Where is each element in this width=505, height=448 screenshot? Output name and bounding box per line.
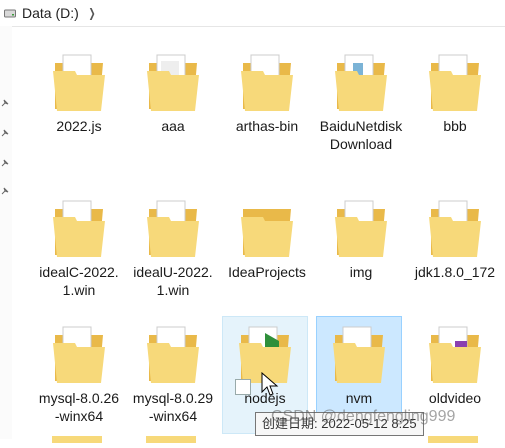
folder-item[interactable]: mysql-8.0.26-winx64 (36, 316, 122, 434)
folder-label: idealU-2022.1.win (133, 264, 213, 298)
folder-item[interactable]: BaiduNetdiskDownload (318, 44, 404, 162)
folder-item[interactable]: 2022.js (36, 44, 122, 162)
folder-label: IdeaProjects (228, 264, 306, 280)
folder-icon (331, 195, 391, 261)
file-grid: 2022.js aaa arthas-bin BaiduNetdiskDownl… (0, 26, 505, 443)
folder-icon (49, 49, 109, 115)
folder-icon (425, 49, 485, 115)
folder-icon (49, 321, 109, 387)
folder-item[interactable]: IdeaProjects (224, 190, 310, 308)
address-path[interactable]: Data (D:) (22, 5, 79, 21)
folder-icon (48, 430, 108, 443)
folder-label: arthas-bin (235, 118, 299, 134)
folder-item[interactable]: mysql-8.0.29-winx64 (130, 316, 216, 434)
folder-label: oldvideo (428, 390, 482, 406)
folder-icon (425, 321, 485, 387)
folder-label: BaiduNetdiskDownload (319, 118, 403, 152)
folder-item[interactable]: bbb (412, 44, 498, 162)
tooltip: 创建日期: 2022-05-12 8:25 (255, 412, 424, 436)
folder-item[interactable]: img (318, 190, 404, 308)
folder-label: idealC-2022.1.win (39, 264, 119, 298)
folder-icon (425, 195, 485, 261)
folder-icon (329, 321, 389, 387)
drive-icon (4, 9, 16, 18)
folder-icon (143, 195, 203, 261)
address-bar[interactable]: Data (D:) ❯ (0, 0, 505, 27)
folder-label: bbb (443, 118, 467, 134)
folder-icon (143, 321, 203, 387)
folder-icon (143, 49, 203, 115)
folder-label: nvm (345, 390, 373, 406)
folder-item[interactable]: oldvideo (412, 316, 498, 434)
folder-label: mysql-8.0.29-winx64 (132, 390, 214, 424)
mouse-cursor-icon (261, 372, 279, 396)
folder-icon (237, 195, 297, 261)
folder-item[interactable]: idealC-2022.1.win (36, 190, 122, 308)
chevron-right-icon[interactable]: ❯ (88, 6, 95, 20)
folder-label: mysql-8.0.26-winx64 (38, 390, 120, 424)
folder-item[interactable]: aaa (130, 44, 216, 162)
folder-icon (331, 49, 391, 115)
folder-label: 2022.js (56, 118, 102, 134)
folder-icon (237, 49, 297, 115)
folder-item[interactable]: arthas-bin (224, 44, 310, 162)
folder-icon (424, 430, 484, 443)
folder-icon (142, 430, 202, 443)
folder-item[interactable]: jdk1.8.0_172 (412, 190, 498, 308)
folder-item[interactable]: idealU-2022.1.win (130, 190, 216, 308)
folder-label: aaa (161, 118, 185, 134)
folder-label: img (349, 264, 373, 280)
folder-icon (49, 195, 109, 261)
folder-label: jdk1.8.0_172 (414, 264, 496, 280)
shortcut-arrow-icon (235, 379, 251, 395)
